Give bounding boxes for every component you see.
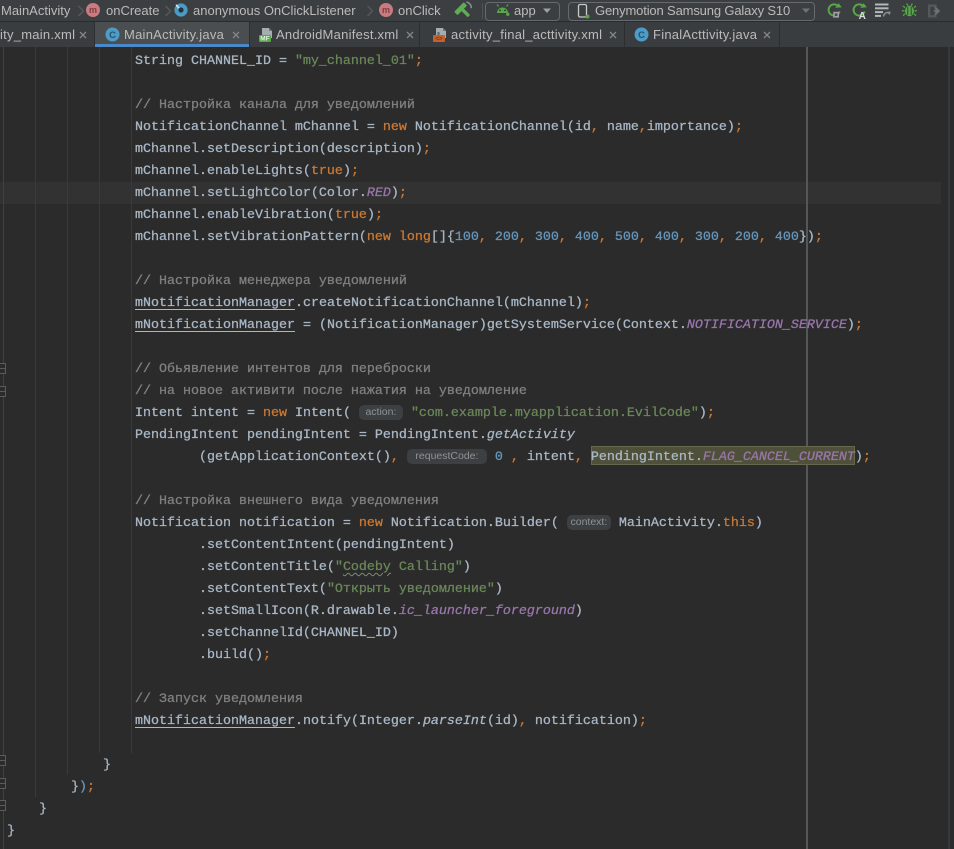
- svg-text:C: C: [109, 30, 116, 41]
- svg-text:A: A: [859, 11, 866, 19]
- svg-text:C: C: [638, 30, 645, 41]
- svg-text:MF: MF: [260, 36, 269, 43]
- svg-text:<>: <>: [435, 36, 443, 42]
